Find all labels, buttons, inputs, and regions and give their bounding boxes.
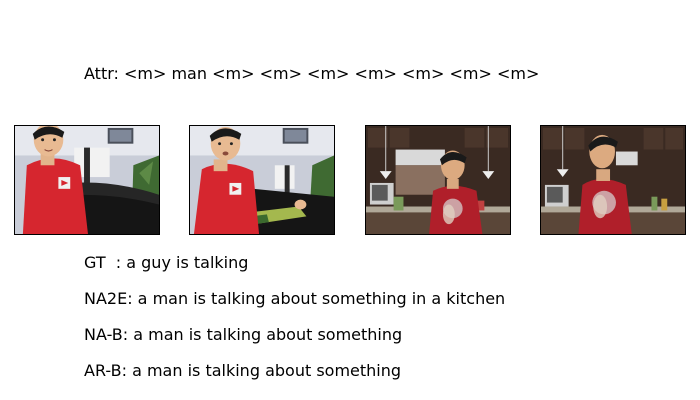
frame-1-image: [15, 126, 159, 234]
attr-line: Attr: <m> man <m> <m> <m> <m> <m> <m> <m…: [84, 64, 540, 83]
caption-gt: GT : a guy is talking: [84, 253, 249, 272]
video-frame-4: [540, 125, 686, 235]
frame-2-image: [190, 126, 334, 234]
frame-3-image: [366, 126, 510, 234]
caption-na-b: NA-B: a man is talking about something: [84, 325, 403, 344]
video-frame-3: [365, 125, 511, 235]
caption-ar-b: AR-B: a man is talking about something: [84, 361, 402, 380]
video-frame-1: [14, 125, 160, 235]
frame-4-image: [541, 126, 685, 234]
video-frame-2: [189, 125, 335, 235]
caption-na2e: NA2E: a man is talking about something i…: [84, 289, 506, 308]
